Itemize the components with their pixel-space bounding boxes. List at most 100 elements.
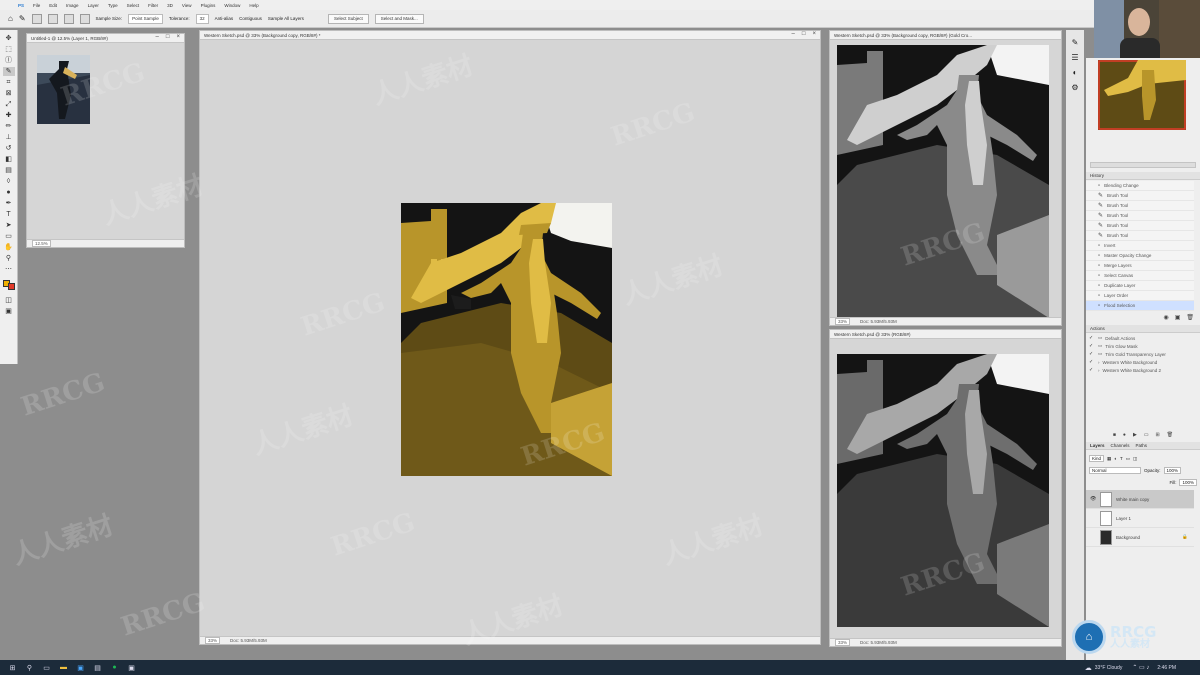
quick-mask-icon[interactable]: ◫ <box>3 296 15 305</box>
tab-channels[interactable]: Channels <box>1111 443 1130 448</box>
right-top-document-tab[interactable]: Western Sketch.psd @ 33% (Background cop… <box>830 31 1061 40</box>
select-and-mask-button[interactable]: Select and Mask... <box>374 13 424 24</box>
filter-type-icon[interactable]: T <box>1120 456 1123 461</box>
history-item[interactable]: ▫ Layer Order <box>1086 291 1194 301</box>
history-item[interactable]: ✎ Brush Tool <box>1086 221 1194 231</box>
quick-select-tool-icon[interactable]: ✎ <box>2 67 15 76</box>
check-icon[interactable]: ✓ <box>1089 335 1095 341</box>
new-action-icon[interactable]: ⊞ <box>1156 432 1160 440</box>
adjustments-icon[interactable]: ◐ <box>1073 68 1078 77</box>
tolerance-input[interactable]: 32 <box>195 13 209 24</box>
play-icon[interactable]: ▶ <box>1133 432 1137 440</box>
menu-item-file[interactable]: File <box>33 3 40 8</box>
right-bottom-zoom[interactable]: 33% <box>835 639 851 646</box>
menu-item-layer[interactable]: Layer <box>88 3 99 8</box>
select-subject-button[interactable]: Select Subject <box>327 13 369 24</box>
filter-shape-icon[interactable]: ▭ <box>1126 456 1130 462</box>
new-selection-icon[interactable] <box>31 13 42 24</box>
hand-tool-icon[interactable]: ✋ <box>3 243 15 252</box>
eraser-tool-icon[interactable]: ◧ <box>3 155 15 164</box>
close-icon[interactable]: × <box>176 34 180 40</box>
home-icon[interactable]: ⌂ <box>8 14 13 23</box>
sample-all-layers-checkbox[interactable]: Sample All Layers <box>268 16 304 21</box>
tab-layers[interactable]: Layers <box>1090 443 1105 448</box>
main-zoom[interactable]: 33% <box>205 637 221 644</box>
styles-icon[interactable]: ⚙ <box>1071 83 1078 92</box>
color-swatches[interactable] <box>2 280 15 290</box>
history-item[interactable]: ▫ Select Canvas <box>1086 271 1194 281</box>
stamp-tool-icon[interactable]: ⊥ <box>3 133 15 142</box>
layer-row[interactable]: Background 🔒 <box>1086 528 1194 547</box>
crop-tool-icon[interactable]: ⌗ <box>3 78 15 87</box>
type-tool-icon[interactable]: T <box>3 210 15 219</box>
menu-item-select[interactable]: Select <box>127 3 140 8</box>
menu-item-window[interactable]: Window <box>224 3 240 8</box>
sample-size-select[interactable]: Point Sample <box>128 13 163 24</box>
fill-input[interactable]: 100% <box>1179 479 1197 486</box>
screen-mode-icon[interactable]: ▣ <box>3 307 15 316</box>
navigator-document-tab[interactable]: Untitled-1 @ 12.5% (Layer 1, RGB/8#) – □ × <box>27 34 184 43</box>
actions-tab-label[interactable]: Actions <box>1090 326 1105 331</box>
history-tab-label[interactable]: History <box>1090 173 1104 178</box>
trash-icon[interactable]: 🗑 <box>1167 432 1173 440</box>
right-bottom-document-tab[interactable]: Western Sketch.psd @ 33% (RGB/8#) <box>830 330 1061 339</box>
search-icon[interactable]: ⚲ <box>25 663 34 672</box>
history-item[interactable]: ✎ Brush Tool <box>1086 191 1194 201</box>
properties-icon[interactable]: ☰ <box>1071 53 1078 62</box>
navigator-zoom-slider[interactable] <box>1090 162 1196 168</box>
healing-tool-icon[interactable]: ✚ <box>3 111 15 120</box>
system-tray-icons[interactable]: ⌃ ▭ ♪ <box>1132 664 1149 671</box>
gradient-tool-icon[interactable]: ▤ <box>3 166 15 175</box>
more-tools-icon[interactable]: ⋯ <box>3 265 15 274</box>
action-item[interactable]: ✓ ▭ Trim Glow Mask <box>1086 342 1200 350</box>
close-icon[interactable]: × <box>812 31 816 37</box>
eyedropper-tool-icon[interactable]: ⤢ <box>3 100 15 109</box>
actions-panel-tab[interactable]: Actions <box>1086 325 1200 333</box>
layer-row[interactable]: 👁 White main copy <box>1086 490 1194 509</box>
menu-item-view[interactable]: View <box>182 3 192 8</box>
right-top-canvas-artwork[interactable] <box>837 45 1049 318</box>
record-icon[interactable]: ● <box>1123 432 1126 440</box>
zoom-tool-icon[interactable]: ⚲ <box>3 254 15 263</box>
menu-item-filter[interactable]: Filter <box>148 3 158 8</box>
subtract-selection-icon[interactable] <box>63 13 74 24</box>
frame-tool-icon[interactable]: ⊠ <box>3 89 15 98</box>
right-top-zoom[interactable]: 33% <box>835 318 851 325</box>
photoshop-taskbar-icon[interactable]: ▣ <box>76 663 85 672</box>
opacity-input[interactable]: 100% <box>1163 467 1182 474</box>
marquee-tool-icon[interactable]: ⬚ <box>3 45 15 54</box>
clock-text[interactable]: 2:46 PM <box>1157 665 1176 671</box>
minimize-icon[interactable]: – <box>792 31 795 37</box>
dodge-tool-icon[interactable]: ● <box>3 188 15 197</box>
weather-text[interactable]: 33°F Cloudy <box>1095 665 1123 671</box>
spotify-icon[interactable]: ● <box>110 663 119 672</box>
brush-tool-icon[interactable]: ✏ <box>3 122 15 131</box>
action-item[interactable]: ✓ ▭ Trim Gold Transparency Layer <box>1086 350 1200 358</box>
menu-item-ps[interactable]: PS <box>18 3 24 8</box>
layer-kind-select[interactable]: Kind <box>1089 455 1105 462</box>
antialias-checkbox[interactable]: Anti-alias <box>215 16 234 21</box>
explorer-icon[interactable]: ▬ <box>59 663 68 672</box>
new-document-icon[interactable]: ▣ <box>1175 314 1181 322</box>
shape-tool-icon[interactable]: ▭ <box>3 232 15 241</box>
check-icon[interactable]: ✓ <box>1089 359 1095 365</box>
pen-tool-icon[interactable]: ✒ <box>3 199 15 208</box>
menu-item-plugins[interactable]: Plugins <box>201 3 216 8</box>
layer-row[interactable]: Layer 1 <box>1086 509 1194 528</box>
history-item[interactable]: ✎ Brush Tool <box>1086 231 1194 241</box>
maximize-icon[interactable]: □ <box>802 31 806 37</box>
filter-adjust-icon[interactable]: ◐ <box>1114 456 1117 461</box>
history-item[interactable]: ▫ Merge Layers <box>1086 261 1194 271</box>
check-icon[interactable]: ✓ <box>1089 367 1095 373</box>
windows-start-icon[interactable]: ⊞ <box>8 663 17 672</box>
blend-mode-select[interactable]: Normal <box>1089 467 1141 474</box>
app-taskbar-icon[interactable]: ▤ <box>93 663 102 672</box>
filter-smart-icon[interactable]: ◫ <box>1133 456 1137 462</box>
move-tool-icon[interactable]: ✥ <box>3 34 15 43</box>
history-item-current[interactable]: ▫ Flood Selection <box>1086 301 1194 311</box>
minimize-icon[interactable]: – <box>156 34 159 40</box>
add-selection-icon[interactable] <box>47 13 58 24</box>
main-document-tab[interactable]: Western Sketch.psd @ 33% (Background cop… <box>200 31 820 40</box>
history-item[interactable]: ▫ Master Opacity Change <box>1086 251 1194 261</box>
main-canvas-artwork[interactable] <box>401 203 612 476</box>
